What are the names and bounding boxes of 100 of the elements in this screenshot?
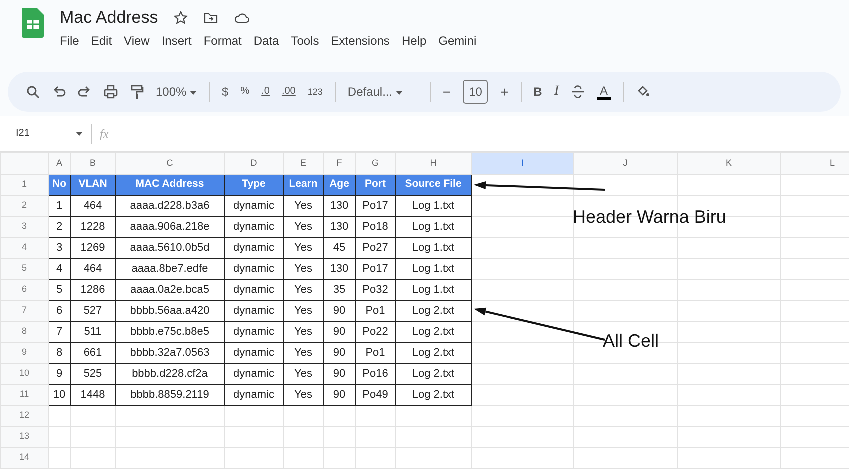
menu-item[interactable]: Tools	[291, 32, 320, 50]
column-header[interactable]: B	[70, 152, 116, 174]
cloud-icon[interactable]	[234, 12, 250, 24]
table-cell: Log 1.txt	[396, 216, 472, 238]
row-header[interactable]: 11	[0, 384, 48, 406]
table-cell: 90	[324, 384, 356, 406]
annotation-text: All Cell	[603, 332, 660, 350]
table-cell: Yes	[284, 258, 324, 280]
menu-item[interactable]: Edit	[91, 32, 112, 50]
table-cell: dynamic	[224, 300, 284, 322]
row-header[interactable]: 2	[0, 196, 48, 216]
document-title[interactable]: Mac Address	[60, 8, 158, 28]
decrease-decimal-button[interactable]: .0	[262, 87, 270, 97]
table-cell: Po18	[356, 216, 396, 238]
menu-item[interactable]: Data	[254, 32, 280, 50]
row-header[interactable]: 13	[0, 426, 48, 448]
table-cell: Po17	[356, 196, 396, 216]
table-cell: Yes	[284, 196, 324, 216]
folder-icon[interactable]	[204, 12, 218, 24]
row-header[interactable]: 9	[0, 342, 48, 364]
column-header[interactable]: C	[116, 152, 224, 174]
column-header[interactable]: F	[324, 152, 356, 174]
table-cell: aaaa.5610.0b5d	[116, 238, 224, 258]
column-header[interactable]: I	[472, 152, 574, 174]
fx-label: fx	[100, 126, 109, 142]
font-dropdown[interactable]: Defaul...	[348, 86, 418, 98]
table-cell: aaaa.d228.b3a6	[116, 196, 224, 216]
table-cell: 1228	[70, 216, 116, 238]
decrease-font-button[interactable]: −	[442, 85, 452, 99]
column-header[interactable]: J	[574, 152, 678, 174]
search-icon[interactable]	[26, 85, 40, 99]
undo-icon[interactable]	[52, 85, 66, 99]
menu-item[interactable]: Insert	[162, 32, 192, 50]
row-header[interactable]: 4	[0, 238, 48, 258]
menu-item[interactable]: View	[124, 32, 150, 50]
table-cell: Log 1.txt	[396, 280, 472, 300]
percent-button[interactable]: %	[240, 87, 250, 97]
print-icon[interactable]	[104, 85, 118, 99]
column-header[interactable]: H	[396, 152, 472, 174]
bold-button[interactable]: B	[534, 86, 542, 98]
column-header[interactable]: D	[224, 152, 284, 174]
column-header[interactable]: A	[48, 152, 70, 174]
strikethrough-icon[interactable]	[570, 85, 585, 99]
caret-icon[interactable]	[76, 132, 83, 136]
currency-button[interactable]: $	[222, 86, 229, 98]
header-cell: Source File	[396, 174, 472, 196]
table-cell: bbbb.56aa.a420	[116, 300, 224, 322]
caret-icon	[396, 90, 403, 95]
column-header[interactable]: E	[284, 152, 324, 174]
row-header[interactable]: 12	[0, 406, 48, 426]
column-header[interactable]: K	[678, 152, 780, 174]
number-format-button[interactable]: 123	[308, 88, 323, 96]
row-header[interactable]: 7	[0, 300, 48, 322]
menu-item[interactable]: Format	[204, 32, 242, 50]
row-header[interactable]: 6	[0, 280, 48, 300]
table-cell: 130	[324, 258, 356, 280]
table-cell: dynamic	[224, 322, 284, 342]
menu-item[interactable]: File	[60, 32, 80, 50]
row-header[interactable]: 14	[0, 448, 48, 468]
fill-color-icon[interactable]	[636, 85, 650, 99]
table-cell: dynamic	[224, 238, 284, 258]
sheets-logo[interactable]	[22, 8, 44, 38]
zoom-dropdown[interactable]: 100%	[156, 86, 198, 98]
row-header[interactable]: 10	[0, 364, 48, 384]
star-icon[interactable]	[174, 11, 188, 25]
table-cell: Po17	[356, 258, 396, 280]
paint-format-icon[interactable]	[130, 85, 144, 99]
row-header[interactable]: 1	[0, 174, 48, 196]
name-box[interactable]: I21	[16, 126, 68, 141]
table-cell: Log 2.txt	[396, 322, 472, 342]
menu-item[interactable]: Extensions	[331, 32, 390, 50]
row-header[interactable]: 8	[0, 322, 48, 342]
table-cell: 1269	[70, 238, 116, 258]
table-cell: Yes	[284, 238, 324, 258]
table-cell: Log 1.txt	[396, 238, 472, 258]
table-cell: 9	[48, 364, 70, 384]
table-cell: Log 1.txt	[396, 258, 472, 280]
redo-icon[interactable]	[78, 85, 92, 99]
row-header[interactable]: 3	[0, 216, 48, 238]
italic-button[interactable]: I	[554, 85, 559, 99]
table-cell: 7	[48, 322, 70, 342]
header-cell: Port	[356, 174, 396, 196]
row-header[interactable]: 5	[0, 258, 48, 280]
column-header[interactable]: G	[356, 152, 396, 174]
font-size-field[interactable]: 10	[463, 80, 488, 104]
table-cell: Log 1.txt	[396, 196, 472, 216]
menu-item[interactable]: Gemini	[438, 32, 477, 50]
increase-decimal-button[interactable]: .00	[282, 87, 296, 97]
column-header[interactable]: L	[780, 152, 849, 174]
menu-item[interactable]: Help	[402, 32, 427, 50]
table-cell: bbbb.8859.2119	[116, 384, 224, 406]
table-cell: 8	[48, 342, 70, 364]
table-cell: 1	[48, 196, 70, 216]
increase-font-button[interactable]: +	[500, 85, 509, 99]
table-cell: dynamic	[224, 342, 284, 364]
table-cell: dynamic	[224, 384, 284, 406]
text-color-button[interactable]: A	[596, 84, 611, 100]
table-cell: 511	[70, 322, 116, 342]
table-cell: Yes	[284, 280, 324, 300]
table-cell: 130	[324, 196, 356, 216]
